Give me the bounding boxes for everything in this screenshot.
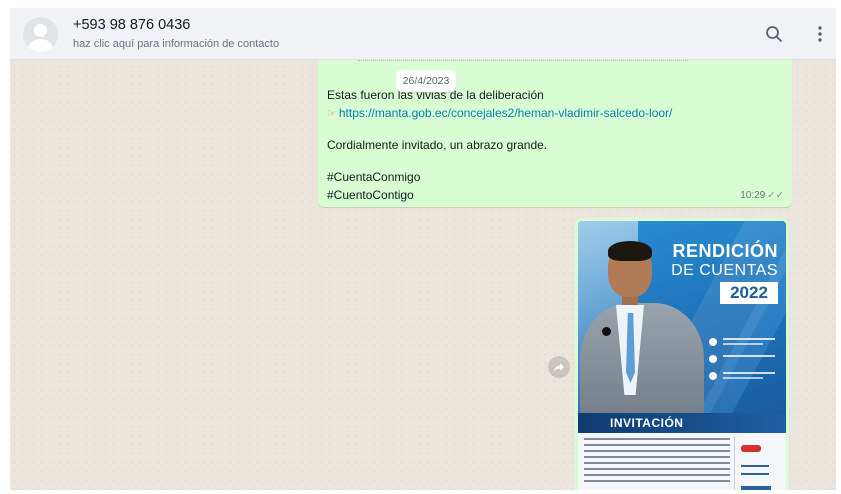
- pointing-hand-icon: ☞: [327, 108, 337, 120]
- poster-small-text: [584, 438, 730, 486]
- location-icon: [709, 338, 717, 346]
- chat-header[interactable]: +593 98 876 0436 haz clic aquí para info…: [10, 8, 836, 60]
- poster-mic: [602, 327, 611, 336]
- avatar[interactable]: [23, 17, 58, 52]
- poster-divider: [734, 437, 735, 490]
- avatar-head: [34, 24, 47, 37]
- hashtag: #CuentoContigo: [327, 188, 414, 202]
- invitation-poster-image[interactable]: RENDICIÓN DE CUENTAS 2022 INVITACIÓN: [578, 221, 786, 490]
- outgoing-text-message[interactable]: Estas fueron las vivias de la deliberaci…: [318, 56, 792, 207]
- message-link[interactable]: https://manta.gob.ec/concejales2/heman-v…: [339, 106, 673, 120]
- vertical-dots-icon[interactable]: [808, 22, 832, 46]
- candidate-logo: [741, 465, 769, 475]
- calendar-icon: [709, 372, 717, 380]
- message-list[interactable]: Estas fueron las vivias de la deliberaci…: [10, 56, 836, 490]
- contact-info-hint[interactable]: haz clic aquí para información de contac…: [73, 38, 279, 50]
- message-link-line: ☞ https://manta.gob.ec/concejales2/heman-…: [327, 106, 672, 120]
- double-check-icon: ✓✓: [767, 190, 784, 201]
- chat-window: +593 98 876 0436 haz clic aquí para info…: [10, 8, 836, 490]
- search-icon[interactable]: [762, 22, 786, 46]
- manta-logo: [741, 486, 771, 490]
- message-timestamp: 10:29: [740, 190, 766, 201]
- poster-year: 2022: [720, 282, 778, 304]
- poster-footer: [578, 433, 786, 490]
- poster-person-hair: [608, 241, 652, 261]
- poster-subtitle: DE CUENTAS: [671, 262, 778, 279]
- poster-time-row: [709, 354, 781, 367]
- avatar-body: [28, 39, 53, 52]
- outgoing-image-message[interactable]: RENDICIÓN DE CUENTAS 2022 INVITACIÓN: [575, 218, 789, 490]
- clock-icon: [709, 355, 717, 363]
- message-line: Cordialmente invitado, un abrazo grande.: [327, 138, 548, 152]
- message-time: 10:29 ✓✓: [740, 190, 784, 201]
- forward-icon[interactable]: [548, 356, 570, 378]
- poster-banner: INVITACIÓN: [610, 416, 684, 430]
- contact-name[interactable]: +593 98 876 0436: [73, 17, 190, 33]
- truncated-previous-line: [358, 60, 688, 64]
- poster-location-row: [709, 337, 781, 350]
- poster-date-row: [709, 371, 781, 384]
- hashtag: #CuentaConmigo: [327, 170, 421, 184]
- date-pill: 26/4/2023: [396, 70, 456, 92]
- youtube-logo: [741, 445, 761, 452]
- poster-title: RENDICIÓN: [672, 241, 778, 261]
